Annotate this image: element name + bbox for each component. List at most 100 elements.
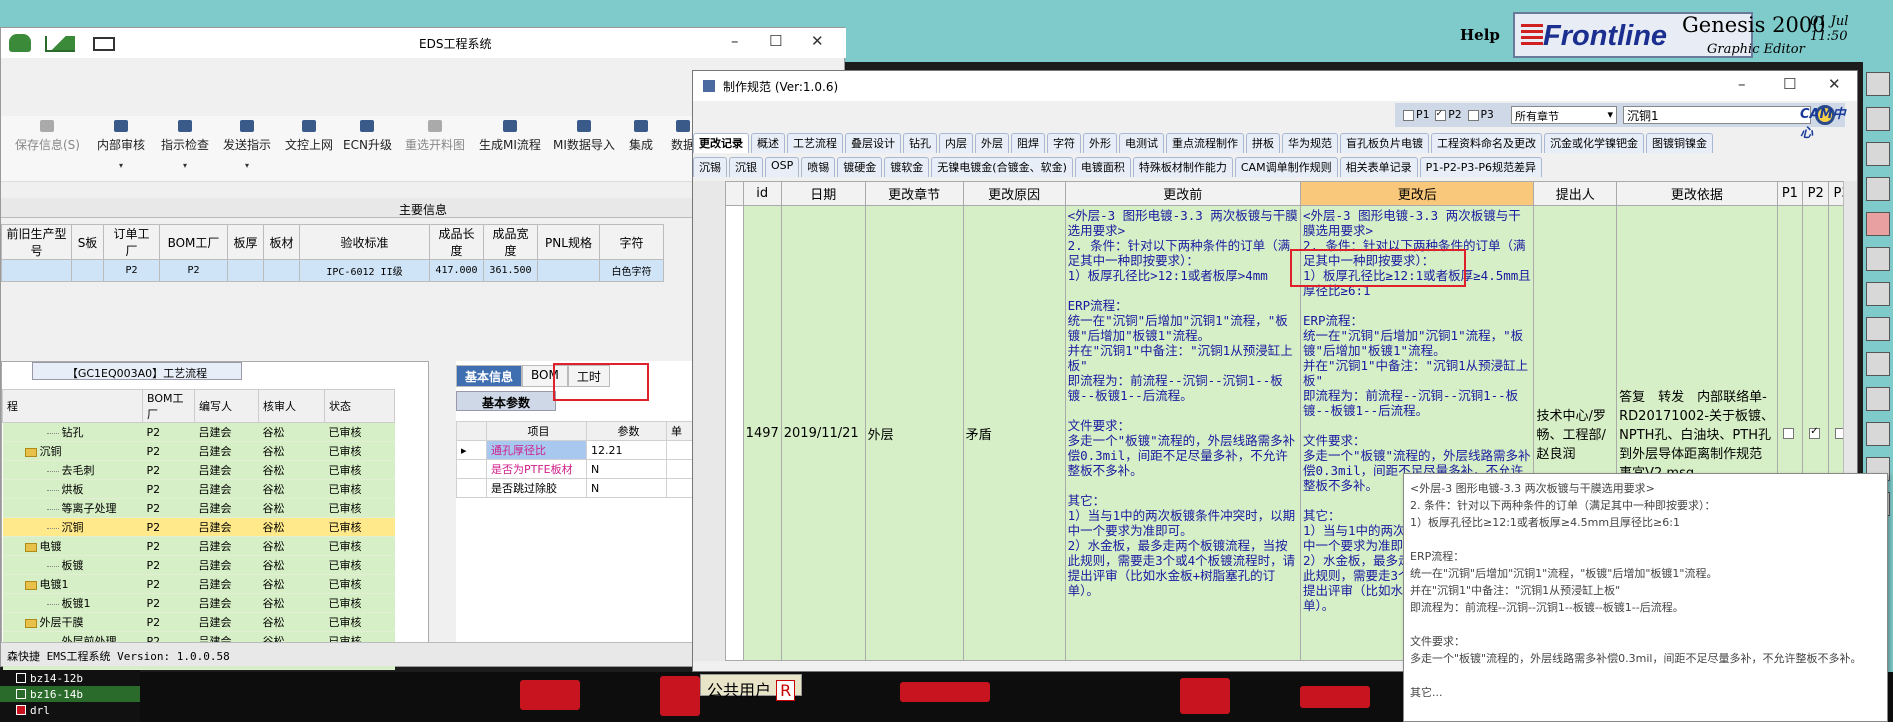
record-before[interactable]: <重点流程制作-21 正凹蚀工艺> 整板只有1 次钻孔，且为金属化通孔，此时流程… <box>1064 660 1301 661</box>
column-header[interactable]: 日期 <box>780 181 866 206</box>
toolbar-button[interactable]: 发送指示 ▾ <box>223 120 271 170</box>
chapter-tab[interactable]: 镀软金 <box>884 157 930 177</box>
tool-button[interactable] <box>1866 317 1890 341</box>
chapter-tab[interactable]: 工程资料命名及更改 <box>1431 133 1542 153</box>
column-header[interactable]: 更改原因 <box>962 181 1066 206</box>
row-selector[interactable] <box>725 205 744 661</box>
basic-params-tab[interactable]: 基本参数 <box>456 391 556 411</box>
tool-button[interactable] <box>1866 352 1890 376</box>
chapter-tab[interactable]: 电测试 <box>1119 133 1164 153</box>
column-header[interactable]: 更改依据 <box>1616 181 1778 206</box>
help-menu[interactable]: Help <box>1460 26 1500 44</box>
flow-row[interactable]: 沉铜 P2 吕建会 谷松 已审核 <box>2 517 395 537</box>
toolbar-button[interactable]: 集成 <box>629 120 653 153</box>
layer-toggle-icon[interactable] <box>16 689 26 699</box>
chapter-tab[interactable]: 字符 <box>1047 133 1081 153</box>
chapter-tab[interactable]: 沉锡 <box>693 157 727 177</box>
user-icon[interactable] <box>9 34 31 52</box>
flow-row[interactable]: 电镀 P2 吕建会 谷松 已审核 <box>2 536 395 556</box>
record-reason[interactable]: 矛盾 <box>962 205 1066 661</box>
chapter-tab[interactable]: 镀硬金 <box>837 157 883 177</box>
tool-button[interactable] <box>1866 422 1890 446</box>
record-id[interactable]: 1497 <box>742 205 782 661</box>
table-cell[interactable]: 361.500 <box>483 259 538 282</box>
chapter-tab[interactable]: 概述 <box>751 133 785 153</box>
tool-button[interactable] <box>1866 72 1890 96</box>
toolbar-button[interactable]: 生成MI流程 <box>479 120 541 153</box>
table-cell[interactable] <box>263 259 300 282</box>
chapter-tab[interactable]: 更改记录 <box>693 133 749 153</box>
table-cell[interactable] <box>71 259 104 282</box>
toolbar-button[interactable]: 内部审核 ▾ <box>97 120 145 170</box>
check-icon[interactable] <box>1809 426 1821 439</box>
chapter-tab[interactable]: 喷锡 <box>801 157 836 177</box>
chapter-tab[interactable]: 内层 <box>939 133 973 153</box>
column-header[interactable]: P2 <box>1802 181 1830 206</box>
tool-button[interactable] <box>1866 387 1890 411</box>
chapter-tab[interactable]: 重点流程制作 <box>1166 133 1244 153</box>
record-chapter[interactable]: 外层 <box>864 205 964 661</box>
chapter-tab[interactable]: 图镀铜镍金 <box>1646 133 1713 153</box>
layer-row[interactable]: bz16-14b <box>0 686 140 702</box>
record-before[interactable]: <外层-3 图形电镀-3.3 两次板镀与干膜选用要求> 2. 条件：针对以下两种… <box>1064 205 1301 661</box>
column-header[interactable]: 提出人 <box>1533 181 1618 206</box>
basic-tab[interactable]: 基本信息 <box>456 365 523 387</box>
table-cell[interactable] <box>227 259 264 282</box>
layer-row[interactable]: bz14-12b <box>0 670 140 686</box>
param-row[interactable]: 是否跳过除胶 N <box>456 478 707 498</box>
filter-checkbox[interactable] <box>1435 108 1447 121</box>
column-header[interactable]: 更改前 <box>1064 181 1301 206</box>
filter-checkbox[interactable] <box>1467 109 1479 121</box>
check-icon[interactable] <box>1783 427 1795 439</box>
tool-button[interactable] <box>1866 107 1890 131</box>
flow-row[interactable]: 外层干膜 P2 吕建会 谷松 已审核 <box>2 612 395 632</box>
toolbar-button[interactable]: MI数据导入 <box>553 120 615 153</box>
chapter-tab[interactable]: CAM调单制作规则 <box>1234 157 1338 177</box>
search-input[interactable]: 沉铜1 <box>1623 106 1811 124</box>
maximize-icon[interactable]: ☐ <box>1783 75 1796 93</box>
column-header[interactable]: 更改章节 <box>864 181 964 206</box>
chapter-tab[interactable]: 拼板 <box>1246 133 1280 153</box>
param-value[interactable]: N <box>586 459 667 479</box>
table-cell[interactable]: 白色字符 <box>599 259 664 282</box>
toolbar-button[interactable]: 指示检查 ▾ <box>161 120 209 170</box>
table-cell[interactable]: P2 <box>103 259 160 282</box>
chapter-tab[interactable]: 特殊板材制作能力 <box>1132 157 1233 177</box>
monitor-icon[interactable] <box>93 37 115 51</box>
tool-button[interactable] <box>1866 247 1890 271</box>
param-value[interactable]: N <box>586 478 667 498</box>
minimize-icon[interactable]: – <box>1738 75 1746 93</box>
tool-button[interactable] <box>1866 142 1890 166</box>
flow-row[interactable]: 沉铜 P2 吕建会 谷松 已审核 <box>2 441 395 461</box>
toolbar-button[interactable]: 重选开料图 <box>405 120 465 153</box>
table-cell[interactable]: P2 <box>159 259 228 282</box>
flow-row[interactable]: 等离子处理 P2 吕建会 谷松 已审核 <box>2 498 395 518</box>
close-icon[interactable]: ✕ <box>1828 75 1841 93</box>
flow-row[interactable]: 板镀1 P2 吕建会 谷松 已审核 <box>2 593 395 613</box>
param-value[interactable]: 12.21 <box>586 440 667 460</box>
chapter-tab[interactable]: 工艺流程 <box>787 133 843 153</box>
chapter-tab[interactable]: 外层 <box>975 133 1009 153</box>
table-cell[interactable]: 417.000 <box>429 259 484 282</box>
flow-row[interactable]: 去毛刺 P2 吕建会 谷松 已审核 <box>2 460 395 480</box>
flow-row[interactable]: 板镀 P2 吕建会 谷松 已审核 <box>2 555 395 575</box>
table-cell[interactable]: IPC-6012 II级 <box>299 259 430 282</box>
chapter-tab[interactable]: 电镀面积 <box>1074 157 1131 177</box>
chapter-tab[interactable]: 钻孔 <box>903 133 937 153</box>
flow-row[interactable]: 钻孔 P2 吕建会 谷松 已审核 <box>2 422 395 442</box>
chart-icon[interactable] <box>45 36 75 52</box>
layer-toggle-icon[interactable] <box>16 673 26 683</box>
param-row[interactable]: ▸ 通孔厚径比 12.21 <box>456 440 707 460</box>
chapter-select[interactable]: 所有章节 ▾ <box>1511 106 1617 124</box>
maximize-icon[interactable]: ☐ <box>769 32 782 50</box>
tool-button[interactable] <box>1866 177 1890 201</box>
toolbar-button[interactable]: 文控上网 <box>285 120 333 153</box>
close-icon[interactable]: ✕ <box>811 32 824 50</box>
chapter-tab[interactable]: OSP <box>765 157 800 177</box>
chapter-tab[interactable]: 沉银 <box>729 157 763 177</box>
filter-checkbox[interactable] <box>1403 109 1414 121</box>
record-date[interactable]: 2019/11/21 <box>780 205 866 661</box>
minimize-icon[interactable]: – <box>731 32 739 50</box>
tool-button[interactable] <box>1866 212 1890 236</box>
layer-toggle-icon[interactable] <box>16 705 26 715</box>
